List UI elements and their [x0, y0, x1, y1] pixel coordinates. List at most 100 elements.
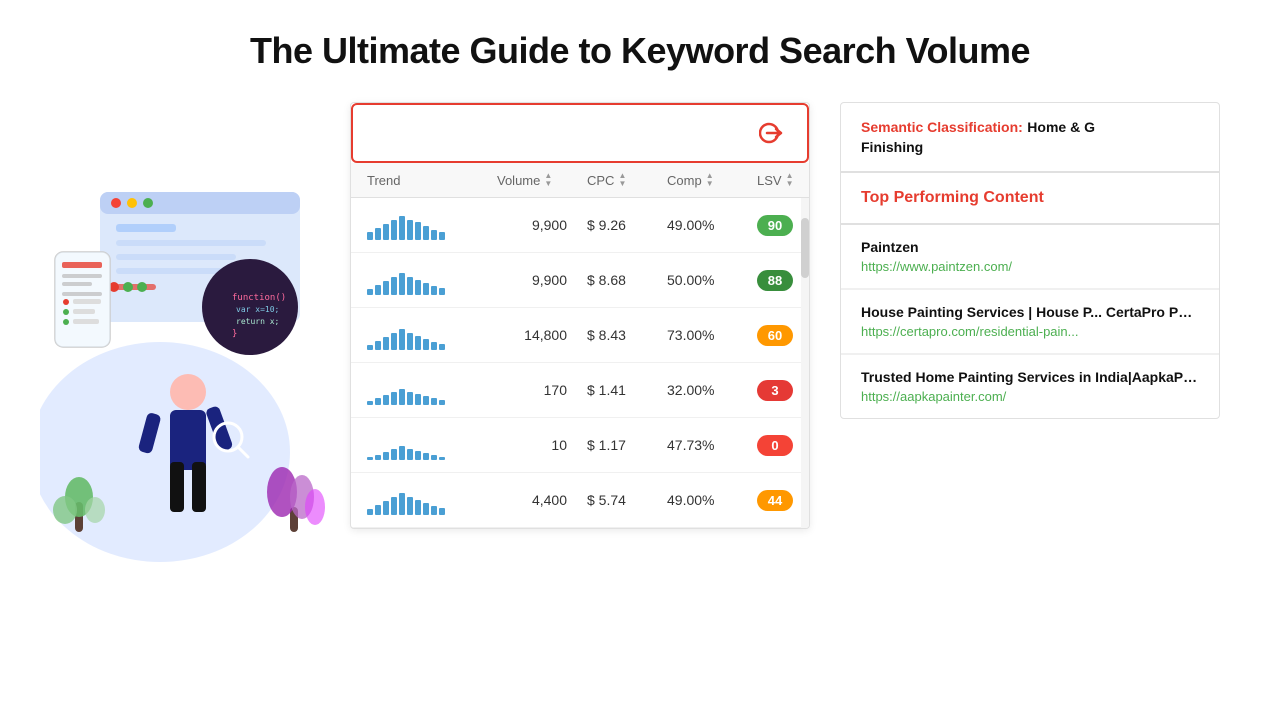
scrollbar-track[interactable]: [801, 198, 809, 528]
trend-bar: [399, 329, 405, 350]
right-panel: Semantic Classification: Home & G Finish…: [840, 102, 1220, 419]
lsv-badge: 3: [757, 380, 793, 401]
semantic-sub: Finishing: [861, 139, 1199, 155]
trend-cell: [367, 375, 497, 405]
lsv-badge: 90: [757, 215, 793, 236]
trend-bar: [375, 285, 381, 295]
trend-bar: [383, 281, 389, 295]
trend-bar: [383, 337, 389, 350]
trend-bar: [391, 333, 397, 350]
search-input-field[interactable]: [369, 124, 755, 140]
header-volume[interactable]: Volume ▲▼: [497, 171, 587, 189]
trend-bar: [439, 344, 445, 350]
trend-bar: [367, 457, 373, 460]
sort-arrows-comp: ▲▼: [706, 172, 714, 188]
trend-bars: [367, 430, 497, 460]
semantic-label: Semantic Classification:: [861, 119, 1023, 135]
trend-bar: [383, 452, 389, 460]
trend-cell: [367, 320, 497, 350]
trend-bars: [367, 265, 497, 295]
semantic-value: Home & G: [1027, 119, 1095, 135]
volume-cell: 4,400: [497, 492, 587, 508]
trend-bar: [367, 509, 373, 515]
table-row: 9,900 $ 9.26 49.00% 90: [351, 198, 809, 253]
trend-bar: [399, 389, 405, 405]
trend-bar: [439, 457, 445, 460]
trend-bar: [423, 226, 429, 240]
content-item-title: Paintzen: [861, 239, 1199, 255]
lsv-badge: 60: [757, 325, 793, 346]
table-row: 10 $ 1.17 47.73% 0: [351, 418, 809, 473]
table-row: 4,400 $ 5.74 49.00% 44: [351, 473, 809, 528]
trend-bar: [423, 283, 429, 295]
trend-bar: [367, 289, 373, 295]
trend-bar: [439, 400, 445, 405]
svg-text:var x=10;: var x=10;: [236, 305, 279, 314]
trend-bar: [383, 224, 389, 240]
content-item: Trusted Home Painting Services in India|…: [841, 355, 1219, 418]
content-item-title: House Painting Services | House P... Cer…: [861, 304, 1199, 320]
page-wrapper: The Ultimate Guide to Keyword Search Vol…: [0, 0, 1280, 720]
content-area: function() var x=10; return x; }: [0, 102, 1280, 529]
trend-bar: [391, 220, 397, 240]
trend-bars: [367, 320, 497, 350]
trend-cell: [367, 265, 497, 295]
volume-cell: 9,900: [497, 217, 587, 233]
trend-bar: [375, 398, 381, 405]
header-cpc[interactable]: CPC ▲▼: [587, 171, 667, 189]
semantic-classification: Semantic Classification: Home & G: [861, 119, 1199, 137]
trend-bars: [367, 375, 497, 405]
table-row: 14,800 $ 8.43 73.00% 60: [351, 308, 809, 363]
volume-cell: 10: [497, 437, 587, 453]
trend-bar: [399, 273, 405, 295]
trend-bars: [367, 485, 497, 515]
trend-bar: [391, 449, 397, 460]
trend-bar: [375, 341, 381, 350]
content-item-url[interactable]: https://www.paintzen.com/: [861, 259, 1199, 274]
right-section: Semantic Classification: Home & G Finish…: [840, 102, 1220, 419]
cpc-cell: $ 1.17: [587, 437, 667, 453]
illustration: function() var x=10; return x; }: [40, 162, 380, 562]
cpc-cell: $ 1.41: [587, 382, 667, 398]
trend-bar: [383, 395, 389, 405]
trend-bar: [415, 451, 421, 460]
comp-cell: 32.00%: [667, 382, 757, 398]
search-bar[interactable]: [351, 103, 809, 163]
comp-cell: 49.00%: [667, 492, 757, 508]
trend-bar: [431, 455, 437, 460]
search-input[interactable]: [369, 124, 755, 142]
trend-bar: [407, 497, 413, 515]
data-panel: Trend Volume ▲▼ CPC ▲▼ Comp ▲▼: [350, 102, 810, 529]
trend-bar: [399, 446, 405, 460]
header-lsv[interactable]: LSV ▲▼: [757, 171, 810, 189]
trend-bar: [407, 333, 413, 350]
comp-cell: 49.00%: [667, 217, 757, 233]
trend-bar: [439, 508, 445, 515]
semantic-section: Semantic Classification: Home & G Finish…: [841, 103, 1219, 172]
top-performing-section: Top Performing Content: [841, 173, 1219, 224]
trend-bar: [431, 342, 437, 350]
svg-text:}: }: [232, 329, 237, 339]
trend-bar: [375, 455, 381, 460]
cpc-cell: $ 8.68: [587, 272, 667, 288]
table-row: 9,900 $ 8.68 50.00% 88: [351, 253, 809, 308]
volume-cell: 9,900: [497, 272, 587, 288]
cpc-cell: $ 8.43: [587, 327, 667, 343]
content-item-url[interactable]: https://aapkapainter.com/: [861, 389, 1199, 404]
lsv-badge: 88: [757, 270, 793, 291]
scrollbar-thumb[interactable]: [801, 218, 809, 278]
trend-bar: [423, 453, 429, 460]
header-comp[interactable]: Comp ▲▼: [667, 171, 757, 189]
sort-arrows-lsv: ▲▼: [786, 172, 794, 188]
top-performing-title: Top Performing Content: [861, 189, 1199, 207]
trend-bar: [415, 280, 421, 295]
trend-cell: [367, 430, 497, 460]
trend-bar: [407, 392, 413, 405]
trend-bar: [423, 339, 429, 350]
sort-arrows-cpc: ▲▼: [618, 172, 626, 188]
sort-arrows-volume: ▲▼: [544, 172, 552, 188]
content-item-url[interactable]: https://certapro.com/residential-pain...: [861, 324, 1199, 339]
search-submit-icon[interactable]: [755, 115, 791, 151]
trend-bar: [415, 500, 421, 515]
trend-bar: [407, 449, 413, 460]
